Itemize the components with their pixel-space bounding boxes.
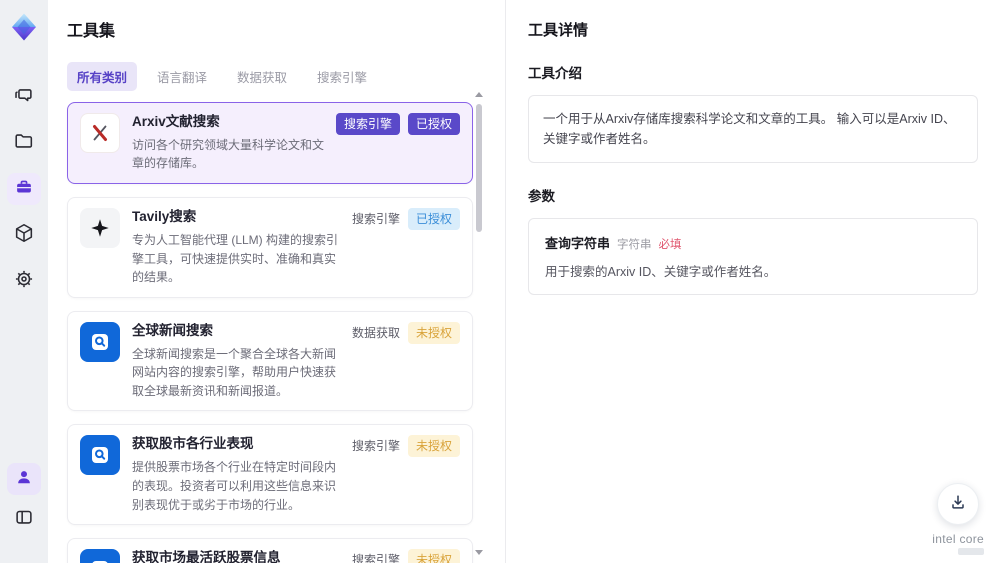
news-search-icon [80, 549, 120, 563]
gear-icon [13, 268, 35, 295]
intro-heading: 工具介绍 [528, 66, 582, 81]
category-badge: 数据获取 [351, 325, 400, 340]
tab-all-categories[interactable]: 所有类别 [67, 62, 138, 91]
tab-language-translation[interactable]: 语言翻译 [147, 62, 217, 91]
app-logo[interactable] [9, 12, 39, 47]
sidebar-item-collapse[interactable] [7, 503, 41, 535]
intel-core-logo: intel core [932, 532, 984, 555]
category-badge: 搜索引擎 [351, 553, 400, 563]
auth-badge: 已授权 [407, 208, 460, 231]
tool-desc: 提供股票市场各个行业在特定时间段内的表现。投资者可以利用这些信息来识别表现优于或… [132, 460, 337, 512]
sidebar-item-chat[interactable] [7, 81, 41, 113]
tool-title: Arxiv文献搜索 [132, 114, 220, 129]
tool-card-arxiv[interactable]: Arxiv文献搜索 访问各个研究领域大量科学论文和文章的存储库。 搜索引擎 已授… [67, 102, 473, 185]
tab-search-engine[interactable]: 搜索引擎 [307, 62, 377, 91]
tool-desc: 专为人工智能代理 (LLM) 构建的搜索引擎工具，可快速提供实时、准确和真实的结… [132, 232, 339, 285]
intel-core-text: intel core [932, 532, 984, 546]
detail-title: 工具详情 [528, 22, 589, 39]
sidebar-item-profile[interactable] [7, 463, 41, 495]
download-icon [948, 492, 968, 517]
tool-desc: 访问各个研究领域大量科学论文和文章的存储库。 [132, 137, 325, 171]
auth-badge: 未授权 [407, 321, 460, 344]
intro-text: 一个用于从Arxiv存储库搜索科学论文和文章的工具。 输入可以是Arxiv ID… [528, 95, 978, 163]
tool-title: Tavily搜索 [132, 209, 197, 225]
panel-icon [13, 506, 35, 533]
news-search-icon [80, 321, 120, 362]
tool-card-sector-performance[interactable]: 获取股市各行业表现 提供股票市场各个行业在特定时间段内的表现。投资者可以利用这些… [67, 424, 473, 526]
toolbox-icon [13, 176, 35, 203]
main-area: 工具集 所有类别 语言翻译 数据获取 搜索引擎 Arxiv文献搜索 访问各个研究… [48, 0, 1000, 563]
tool-card-tavily[interactable]: Tavily搜索 专为人工智能代理 (LLM) 构建的搜索引擎工具，可快速提供实… [67, 197, 473, 298]
tool-card-active-stocks[interactable]: 获取市场最活跃股票信息 提供当天交易量最高的股票列表。投资者可以利用这些信息来识… [67, 538, 473, 563]
tools-pane: 工具集 所有类别 语言翻译 数据获取 搜索引擎 Arxiv文献搜索 访问各个研究… [48, 0, 505, 563]
auth-badge: 未授权 [407, 435, 460, 458]
tool-title: 获取市场最活跃股票信息 [132, 550, 281, 563]
left-rail [0, 0, 48, 563]
chat-icon [13, 84, 35, 111]
sidebar-item-files[interactable] [7, 127, 41, 159]
cube-icon [13, 222, 35, 249]
category-tabs: 所有类别 语言翻译 数据获取 搜索引擎 [67, 62, 505, 91]
param-desc: 用于搜索的Arxiv ID、关键字或作者姓名。 [545, 265, 777, 279]
tool-desc: 全球新闻搜索是一个聚合全球各大新闻网站内容的搜索引擎，帮助用户快速获取全球最新资… [132, 346, 337, 398]
category-badge: 搜索引擎 [351, 212, 400, 227]
category-badge: 搜索引擎 [335, 113, 400, 135]
param-name: 查询字符串 [545, 236, 611, 251]
tool-title: 全球新闻搜索 [132, 322, 213, 338]
news-search-icon [80, 435, 120, 476]
sidebar-item-toolbox[interactable] [7, 173, 41, 205]
folder-icon [13, 130, 35, 157]
avatar-icon [14, 467, 34, 492]
tool-card-global-news[interactable]: 全球新闻搜索 全球新闻搜索是一个聚合全球各大新闻网站内容的搜索引擎，帮助用户快速… [67, 310, 473, 412]
arxiv-icon [80, 113, 120, 153]
tavily-star-icon [80, 208, 120, 249]
floating-corner: intel core [932, 483, 984, 555]
param-card: 查询字符串 字符串 必填 用于搜索的Arxiv ID、关键字或作者姓名。 [528, 218, 978, 295]
tool-title: 获取股市各行业表现 [132, 436, 254, 452]
tools-list-scrollbar[interactable] [475, 92, 483, 555]
auth-badge: 未授权 [407, 549, 460, 563]
scrollbar-thumb[interactable] [476, 104, 482, 232]
param-required-badge: 必填 [658, 239, 682, 251]
sidebar-item-settings[interactable] [7, 265, 41, 297]
scroll-down-icon[interactable] [475, 550, 483, 555]
tab-data-fetch[interactable]: 数据获取 [227, 62, 297, 91]
tools-list: Arxiv文献搜索 访问各个研究领域大量科学论文和文章的存储库。 搜索引擎 已授… [67, 102, 473, 563]
param-type: 字符串 [617, 239, 652, 251]
scroll-up-icon[interactable] [475, 92, 483, 97]
category-badge: 搜索引擎 [351, 439, 400, 454]
download-button[interactable] [937, 483, 980, 525]
tool-detail-pane: 工具详情 工具介绍 一个用于从Arxiv存储库搜索科学论文和文章的工具。 输入可… [505, 0, 1000, 563]
sidebar-item-models[interactable] [7, 219, 41, 251]
page-title: 工具集 [67, 23, 116, 40]
intel-ultra-badge [958, 548, 984, 555]
auth-badge: 已授权 [407, 113, 460, 135]
params-heading: 参数 [528, 189, 555, 204]
